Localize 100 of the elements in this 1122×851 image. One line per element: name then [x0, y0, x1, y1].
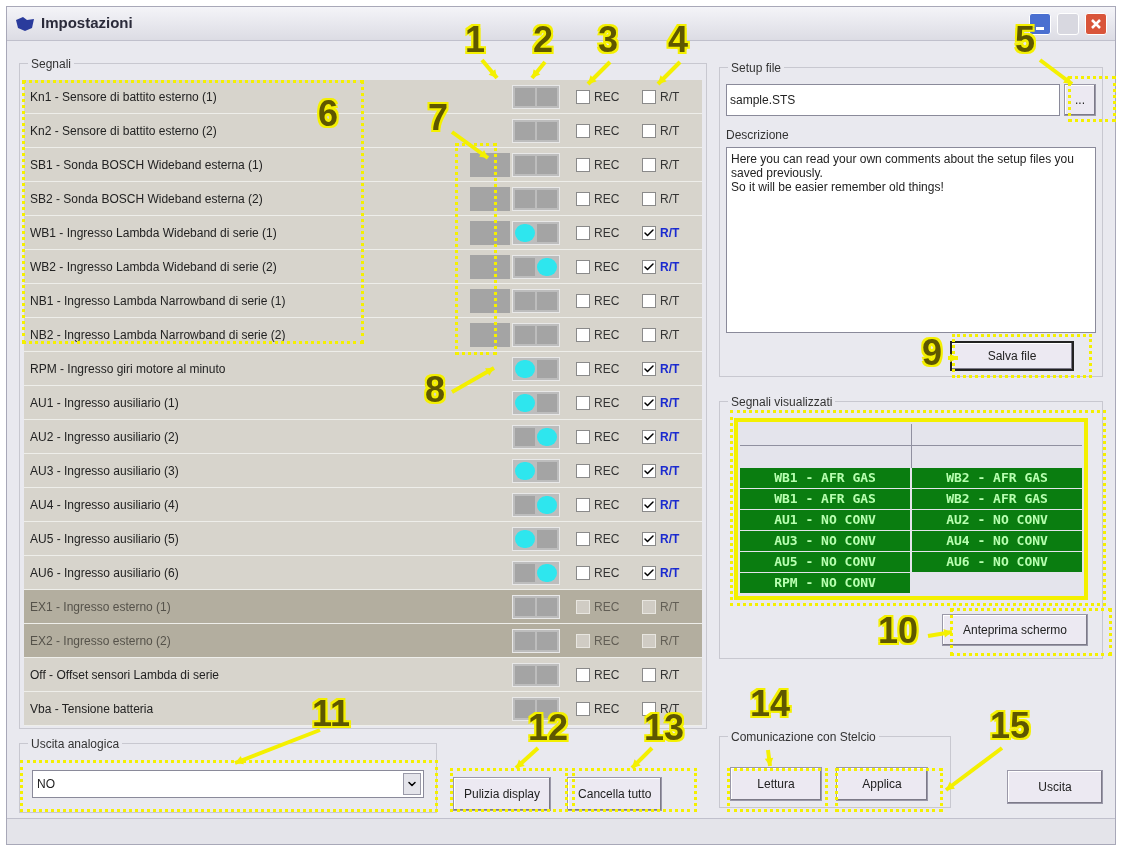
communication-button[interactable]: Lettura: [730, 767, 822, 801]
channel-toggle[interactable]: [512, 390, 560, 415]
channel-toggle[interactable]: [512, 458, 560, 483]
channel-toggle[interactable]: [512, 424, 560, 449]
communication-button[interactable]: Applica: [836, 767, 928, 801]
checkbox[interactable]: [576, 89, 590, 104]
checkbox[interactable]: [642, 157, 656, 172]
checkbox[interactable]: [642, 225, 656, 240]
save-file-button[interactable]: Salva file: [950, 341, 1074, 371]
callout-arrow: [764, 749, 774, 767]
checkbox[interactable]: [642, 361, 656, 376]
checkbox-label: REC: [594, 292, 620, 310]
checkbox-label: R/T: [660, 224, 680, 242]
checkbox[interactable]: [642, 259, 656, 274]
checkbox[interactable]: [576, 531, 590, 546]
check-icon: [643, 362, 655, 375]
checkbox[interactable]: [642, 565, 656, 580]
checkbox[interactable]: [576, 701, 590, 716]
checkbox-label: R/T: [660, 88, 680, 106]
grid-cell: AU5 - NO CONV: [740, 552, 910, 572]
callout-number: 9: [922, 335, 943, 371]
checkbox[interactable]: [576, 259, 590, 274]
checkbox-label: R/T: [660, 122, 680, 140]
channel-toggle[interactable]: [512, 118, 560, 143]
checkbox[interactable]: [642, 463, 656, 478]
checkbox[interactable]: [576, 157, 590, 172]
channel-toggle[interactable]: [512, 526, 560, 551]
checkbox[interactable]: [642, 191, 656, 206]
checkbox-label: R/T: [660, 326, 680, 344]
checkbox[interactable]: [576, 327, 590, 342]
channel-toggle[interactable]: [512, 254, 560, 279]
checkbox[interactable]: [576, 293, 590, 308]
signal-label: Off - Offset sensori Lambda di serie: [30, 666, 219, 684]
callout-number: 2: [533, 22, 554, 58]
checkbox-label: REC: [594, 122, 620, 140]
checkbox[interactable]: [576, 565, 590, 580]
callout-arrow: [586, 60, 612, 86]
checkbox[interactable]: [642, 429, 656, 444]
browse-button[interactable]: ...: [1064, 84, 1096, 116]
check-icon: [643, 430, 655, 443]
callout-number: 5: [1015, 22, 1036, 58]
channel-toggle[interactable]: [512, 560, 560, 585]
description-label: Descrizione: [726, 127, 790, 144]
callout-number: 7: [428, 100, 449, 136]
grid-cell: RPM - NO CONV: [740, 573, 910, 593]
check-icon: [643, 464, 655, 477]
channel-toggle[interactable]: [512, 662, 560, 687]
checkbox[interactable]: [642, 293, 656, 308]
signal-label: Vba - Tensione batteria: [30, 700, 154, 718]
checkbox[interactable]: [642, 497, 656, 512]
checkbox[interactable]: [642, 327, 656, 342]
checkbox[interactable]: [642, 395, 656, 410]
channel-toggle[interactable]: [512, 220, 560, 245]
checkbox-label: REC: [594, 598, 620, 616]
action-button[interactable]: Pulizia display: [453, 777, 552, 811]
check-icon: [643, 498, 655, 511]
checkbox[interactable]: [576, 191, 590, 206]
checkbox[interactable]: [576, 497, 590, 512]
checkbox-label: REC: [594, 428, 620, 446]
checkbox[interactable]: [576, 463, 590, 478]
checkbox[interactable]: [642, 667, 656, 682]
callout-number: 3: [598, 22, 619, 58]
checkbox[interactable]: [642, 123, 656, 138]
checkbox-label: R/T: [660, 632, 680, 650]
close-button[interactable]: [1085, 12, 1107, 35]
channel-toggle[interactable]: [512, 84, 560, 109]
analog-output-select[interactable]: NO: [32, 770, 424, 798]
exit-button[interactable]: Uscita: [1007, 770, 1103, 804]
checkbox[interactable]: [642, 531, 656, 546]
callout-arrow: [948, 353, 958, 363]
checkbox[interactable]: [642, 89, 656, 104]
signal-label: AU5 - Ingresso ausiliario (5): [30, 530, 179, 548]
checkbox[interactable]: [576, 395, 590, 410]
check-icon: [643, 260, 655, 273]
checkbox-label: REC: [594, 666, 620, 684]
channel-toggle[interactable]: [512, 288, 560, 313]
checkbox[interactable]: [576, 123, 590, 138]
callout-number: 1: [465, 22, 486, 58]
checkbox[interactable]: [576, 667, 590, 682]
checkbox-label: R/T: [660, 394, 680, 412]
channel-toggle[interactable]: [512, 186, 560, 211]
channel-toggle[interactable]: [512, 492, 560, 517]
callout-number: 15: [990, 708, 1031, 744]
signal-label: EX1 - Ingresso esterno (1): [30, 598, 171, 616]
channel-toggle[interactable]: [512, 152, 560, 177]
app-icon: [15, 15, 35, 32]
checkbox-label: R/T: [660, 530, 680, 548]
checkbox[interactable]: [576, 429, 590, 444]
checkbox[interactable]: [576, 225, 590, 240]
checkbox[interactable]: [576, 361, 590, 376]
description-text-area[interactable]: Here you can read your own comments about the setup files you saved previously. So it will be easier remember old things!: [726, 147, 1096, 333]
callout-arrow: [656, 60, 682, 86]
preview-button[interactable]: Anteprima schermo: [942, 614, 1088, 646]
checkbox-label: R/T: [660, 666, 680, 684]
channel-toggle[interactable]: [512, 322, 560, 347]
callout-arrow: [944, 746, 1004, 792]
channel-toggle[interactable]: [512, 356, 560, 381]
checkbox-label: R/T: [660, 190, 680, 208]
file-name-field[interactable]: sample.STS: [726, 84, 1060, 116]
action-button[interactable]: Cancella tutto: [567, 777, 663, 811]
